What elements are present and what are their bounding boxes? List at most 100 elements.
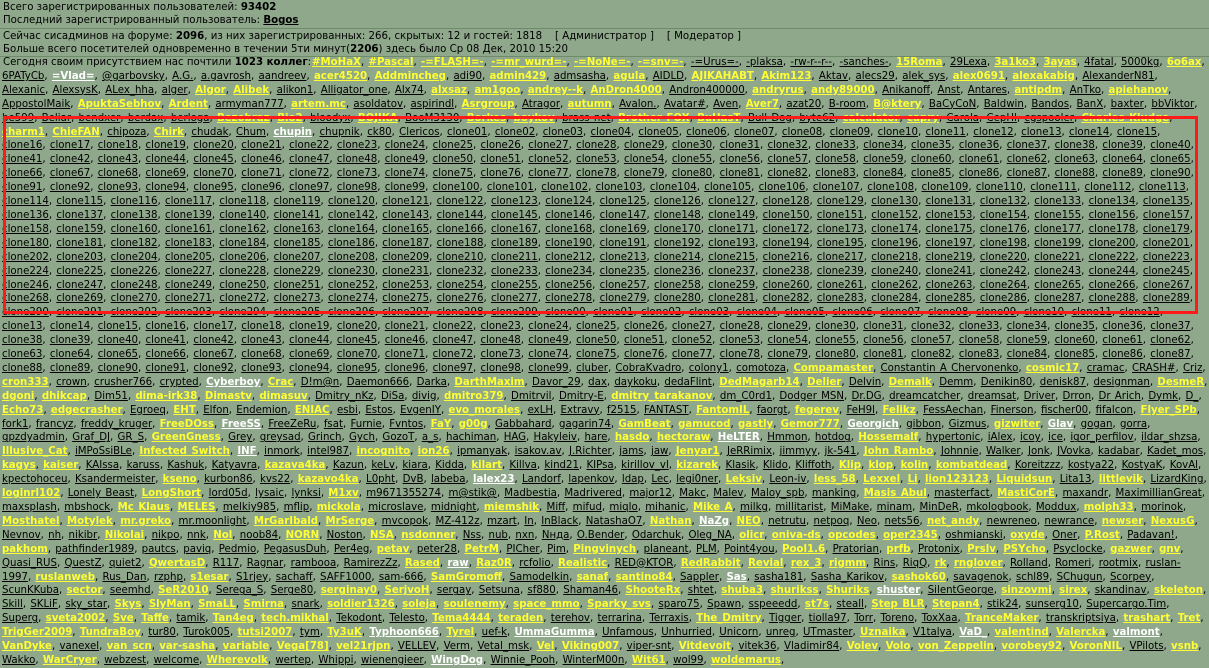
user-link[interactable]: clone106 — [759, 182, 806, 193]
user-link[interactable]: steall — [836, 599, 863, 610]
user-link[interactable]: denisk87 — [1040, 377, 1086, 388]
user-link[interactable]: EvgenIY — [400, 405, 441, 416]
user-link[interactable]: clone212 — [545, 252, 592, 263]
user-link[interactable]: 5000kg — [1121, 57, 1159, 68]
user-link[interactable]: clone239 — [817, 266, 864, 277]
user-link[interactable]: clone246 — [2, 280, 49, 291]
user-link[interactable]: clone15 — [98, 321, 138, 332]
user-link[interactable]: clone27 — [672, 321, 712, 332]
user-link[interactable]: Nathan — [650, 516, 692, 527]
user-link[interactable]: Gizmus — [949, 419, 987, 430]
user-link[interactable]: clone54 — [624, 154, 664, 165]
user-link[interactable]: clone286 — [980, 293, 1027, 304]
user-link[interactable]: noob84 — [240, 530, 278, 541]
user-link[interactable]: clone165 — [382, 224, 429, 235]
user-link[interactable]: Skill — [2, 599, 23, 610]
user-link[interactable]: clone79 — [624, 168, 664, 179]
user-link[interactable]: baxter — [1111, 99, 1144, 110]
user-link[interactable]: clone38 — [1055, 140, 1095, 151]
user-link[interactable]: isakov.av — [515, 446, 562, 457]
user-link[interactable]: GR_S — [118, 432, 145, 443]
user-link[interactable]: 3ayas — [1043, 57, 1076, 68]
user-link[interactable]: clone277 — [491, 293, 538, 304]
user-link[interactable]: kilart — [471, 460, 502, 471]
user-link[interactable]: welcome — [154, 655, 199, 666]
user-link[interactable]: Ty3uK — [327, 627, 362, 638]
user-link[interactable]: pathfinder1989 — [55, 544, 134, 555]
user-link[interactable]: chupin — [273, 127, 312, 138]
user-link[interactable]: Felikz — [882, 405, 915, 416]
user-link[interactable]: lord05d — [209, 488, 248, 499]
user-link[interactable]: clone197 — [926, 238, 973, 249]
user-link[interactable]: wertep — [275, 655, 311, 666]
user-link[interactable]: 15Roma — [896, 57, 943, 68]
user-link[interactable]: A.G. — [172, 71, 193, 82]
user-link[interactable]: clone03 — [543, 127, 583, 138]
user-link[interactable]: Lita13 — [1060, 474, 1092, 485]
user-link[interactable]: clone80 — [815, 349, 855, 360]
user-link[interactable]: Klasik — [726, 460, 756, 471]
user-link[interactable]: FaY — [431, 419, 452, 430]
user-link[interactable]: clone199 — [1034, 238, 1081, 249]
user-link[interactable]: #Pascal — [368, 57, 413, 68]
user-link[interactable]: Extravy — [561, 405, 600, 416]
user-link[interactable]: clone299 — [491, 307, 538, 318]
user-link[interactable]: cron333 — [2, 377, 49, 388]
user-link[interactable]: MaximillianGreat — [1116, 488, 1202, 499]
user-link[interactable]: m9671355274 — [366, 488, 441, 499]
user-link[interactable]: clone274 — [328, 293, 375, 304]
user-link[interactable]: inmork — [264, 446, 300, 457]
user-link[interactable]: clone256 — [545, 280, 592, 291]
user-link[interactable]: -plaksa — [746, 57, 783, 68]
user-link[interactable]: labeba — [431, 474, 466, 485]
user-link[interactable]: Ragnar — [247, 558, 283, 569]
user-link[interactable]: Samodelkin — [509, 572, 569, 583]
user-link[interactable]: clone68 — [241, 349, 281, 360]
user-link[interactable]: clone253 — [382, 280, 429, 291]
user-link[interactable]: clone12 — [1119, 307, 1159, 318]
user-link[interactable]: clone102 — [541, 182, 588, 193]
user-link[interactable]: clone96 — [385, 363, 425, 374]
user-link[interactable]: Alligator_one — [321, 85, 388, 96]
user-link[interactable]: sspeeedd — [749, 599, 798, 610]
user-link[interactable]: Unicorn — [719, 627, 758, 638]
user-link[interactable]: kagys — [2, 460, 36, 471]
user-link[interactable]: clone240 — [871, 266, 918, 277]
user-link[interactable]: FreeSS — [222, 419, 261, 430]
user-link[interactable]: clone236 — [654, 266, 701, 277]
user-link[interactable]: Tekodont — [336, 613, 382, 624]
user-link[interactable]: clone287 — [1034, 293, 1081, 304]
user-link[interactable]: Whippi — [318, 655, 353, 666]
user-link[interactable]: clone72 — [289, 168, 329, 179]
user-link[interactable]: FeH9l — [846, 405, 875, 416]
user-link[interactable]: alxsaz — [431, 85, 467, 96]
user-link[interactable]: miemshik — [484, 502, 539, 513]
user-link[interactable]: Pingvinych — [573, 544, 636, 555]
user-link[interactable]: clone48 — [480, 335, 520, 346]
user-link[interactable]: mzart — [487, 516, 517, 527]
user-link[interactable]: nikpo — [152, 530, 180, 541]
user-link[interactable]: Aver7 — [746, 99, 779, 110]
user-link[interactable]: FantomIL — [696, 405, 749, 416]
user-link[interactable]: clone204 — [111, 252, 158, 263]
user-link[interactable]: VELLEV — [398, 641, 436, 652]
user-link[interactable]: gazwer — [1110, 544, 1151, 555]
user-link[interactable]: clone09 — [976, 307, 1016, 318]
user-link[interactable]: clone132 — [980, 196, 1027, 207]
user-link[interactable]: FreeDOss — [160, 419, 214, 430]
user-link[interactable]: clone264 — [980, 280, 1027, 291]
user-link[interactable]: clone177 — [1034, 224, 1081, 235]
user-link[interactable]: trashart — [1123, 613, 1170, 624]
user-link[interactable]: Sasha_Karikov — [811, 572, 884, 583]
user-link[interactable]: sachaff — [276, 572, 313, 583]
user-link[interactable]: clone25 — [433, 140, 473, 151]
user-link[interactable]: admsasha — [554, 71, 606, 82]
user-link[interactable]: asoldatov — [353, 99, 403, 110]
user-link[interactable]: clone187 — [382, 238, 429, 249]
user-link[interactable]: Tyrel — [446, 627, 474, 638]
user-link[interactable]: hasdo — [615, 432, 649, 443]
user-link[interactable]: clone100 — [433, 182, 480, 193]
user-link[interactable]: kostya22 — [1068, 460, 1114, 471]
user-link[interactable]: NORN — [286, 530, 320, 541]
user-link[interactable]: mflip — [284, 502, 310, 513]
